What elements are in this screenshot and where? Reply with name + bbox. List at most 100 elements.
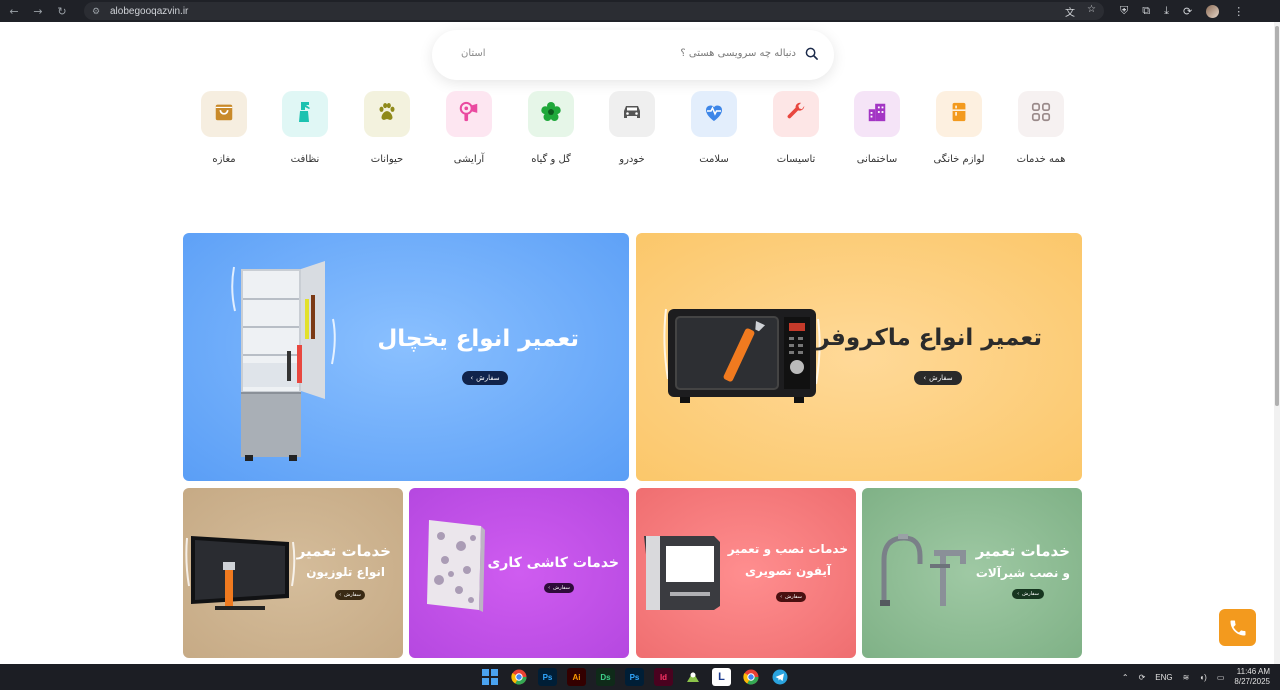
category-item[interactable]: سلامت (669, 91, 759, 165)
tray-chevron-up-icon[interactable]: ⌃ (1122, 673, 1129, 682)
order-button-faucet[interactable]: سفارش › (1012, 589, 1044, 599)
category-tile[interactable] (364, 91, 410, 137)
hairdryer-icon (458, 101, 480, 127)
download-icon[interactable]: ⤓ (1164, 4, 1169, 18)
clock-time: 11:46 AM (1236, 667, 1270, 676)
category-tile[interactable] (1018, 91, 1064, 137)
category-item[interactable]: همه خدمات (996, 91, 1086, 165)
category-item[interactable]: آرایشی (424, 91, 514, 165)
order-button-fridge[interactable]: سفارش › (462, 371, 508, 385)
category-item[interactable]: مغازه (179, 91, 269, 165)
category-label: حیوانات (370, 154, 404, 165)
windows-taskbar: Ps Ai Ds Ps Id L ⌃ ⟳ ENG ≋ ◖) ▭ 11:46 AM… (0, 664, 1280, 690)
chrome-icon[interactable] (509, 668, 528, 686)
system-clock[interactable]: 11:46 AM 8/27/2025 (1234, 667, 1270, 687)
order-label: سفارش (929, 374, 953, 382)
extensions-icon[interactable]: ⧉ (1142, 4, 1150, 18)
order-button-intercom[interactable]: سفارش › (776, 592, 806, 602)
volume-icon[interactable]: ◖) (1199, 673, 1207, 682)
category-item[interactable]: تاسیسات (751, 91, 841, 165)
battery-icon[interactable]: ▭ (1217, 673, 1225, 682)
reload-icon[interactable]: ↻ (52, 0, 72, 22)
category-tile[interactable] (446, 91, 492, 137)
chevron-icon: › (780, 594, 783, 600)
telegram-icon[interactable] (770, 668, 789, 686)
language-indicator[interactable]: ENG (1155, 673, 1172, 682)
car-icon (620, 100, 644, 128)
search-input[interactable]: دنباله چه سرویسی هستی ؟ (680, 48, 796, 59)
search-bar[interactable]: استان دنباله چه سرویسی هستی ؟ (432, 30, 834, 80)
banner-tiles[interactable]: خدمات کاشی کاری سفارش › (409, 488, 629, 658)
category-tile[interactable] (609, 91, 655, 137)
bookmark-star-icon[interactable]: ☆ (1087, 4, 1096, 19)
shield-extension-icon[interactable]: ⛨ (1120, 4, 1128, 18)
tray-sync-icon[interactable]: ⟳ (1139, 673, 1146, 682)
forward-icon[interactable]: → (28, 0, 48, 22)
chevron-icon: › (1017, 591, 1020, 597)
profile-avatar[interactable] (1206, 4, 1220, 18)
banner-intercom-title-2: آیفون تصویری (744, 564, 832, 578)
windows-start-icon[interactable] (480, 668, 499, 686)
order-button-microwave[interactable]: سفارش › (914, 371, 962, 385)
chevron-icon: › (339, 592, 342, 598)
category-item[interactable]: لوازم خانگی (914, 91, 1004, 165)
search-icon[interactable] (805, 47, 818, 60)
illustrator-icon[interactable]: Ai (567, 668, 586, 686)
translate-icon[interactable]: 文 (1065, 4, 1075, 19)
category-tile[interactable] (773, 91, 819, 137)
banner-intercom[interactable]: خدمات نصب و تعمیر آیفون تصویری سفارش › (636, 488, 856, 658)
chrome-icon[interactable] (741, 668, 760, 686)
category-tile[interactable] (854, 91, 900, 137)
l-app-icon[interactable]: L (712, 668, 731, 686)
banner-tv[interactable]: خدمات تعمیر انواع تلوزیون سفارش › (183, 488, 403, 658)
url-text: alobegooqazvin.ir (110, 5, 189, 17)
fridge-image (231, 261, 336, 461)
banner-fridge[interactable]: تعمیر انواع یخچال سفارش › (183, 233, 629, 481)
dimension-icon[interactable]: Ds (596, 668, 615, 686)
category-tile[interactable] (528, 91, 574, 137)
indesign-icon[interactable]: Id (654, 668, 673, 686)
page-scrollbar[interactable] (1274, 22, 1280, 664)
chevron-icon: › (470, 374, 474, 382)
banner-tv-title-1: خدمات تعمیر (296, 542, 391, 560)
banner-faucet[interactable]: خدمات تعمیر و نصب شیرآلات سفارش › (862, 488, 1082, 658)
photoshop-icon[interactable]: Ps (538, 668, 557, 686)
banner-intercom-title-1: خدمات نصب و تعمیر (727, 542, 848, 556)
order-label: سفارش (785, 594, 802, 600)
scrollbar-thumb[interactable] (1275, 26, 1279, 406)
menu-dots-icon[interactable]: ⋮ (1233, 5, 1244, 18)
category-item[interactable]: خودرو (587, 91, 677, 165)
photoshop-icon[interactable]: Ps (625, 668, 644, 686)
category-tile[interactable] (691, 91, 737, 137)
category-tile[interactable] (201, 91, 247, 137)
category-item[interactable]: نظافت (260, 91, 350, 165)
call-button[interactable] (1219, 609, 1256, 646)
maps-icon[interactable] (683, 668, 702, 686)
shop-icon (213, 101, 235, 127)
order-button-tv[interactable]: سفارش › (335, 590, 365, 600)
category-label: نظافت (290, 154, 320, 165)
back-icon[interactable]: ← (4, 0, 24, 22)
banner-microwave[interactable]: تعمیر انواع ماکروفر سفارش › (636, 233, 1082, 481)
site-settings-icon[interactable]: ⚙ (90, 5, 102, 17)
banner-faucet-title-2: و نصب شیرآلات (975, 566, 1070, 580)
province-selector[interactable]: استان (461, 48, 486, 59)
wifi-icon[interactable]: ≋ (1183, 673, 1190, 682)
category-item[interactable]: گل و گیاه (506, 91, 596, 165)
tile-image (427, 520, 485, 612)
category-label: همه خدمات (1016, 154, 1066, 165)
order-label: سفارش (344, 592, 361, 598)
order-button-tiles[interactable]: سفارش › (544, 583, 574, 593)
wrench-icon (785, 101, 807, 127)
category-label: تاسیسات (776, 154, 816, 165)
category-label: ساختمانی (856, 154, 898, 165)
category-tile[interactable] (282, 91, 328, 137)
category-tile[interactable] (936, 91, 982, 137)
banner-tv-title-2: انواع تلوزیون (306, 565, 385, 579)
faucet-image (880, 534, 966, 606)
category-item[interactable]: حیوانات (342, 91, 432, 165)
sync-icon[interactable]: ⟳ (1183, 5, 1192, 18)
category-item[interactable]: ساختمانی (832, 91, 922, 165)
category-label: خودرو (619, 154, 645, 165)
address-bar[interactable]: ⚙ alobegooqazvin.ir 文 ☆ (84, 2, 1104, 20)
